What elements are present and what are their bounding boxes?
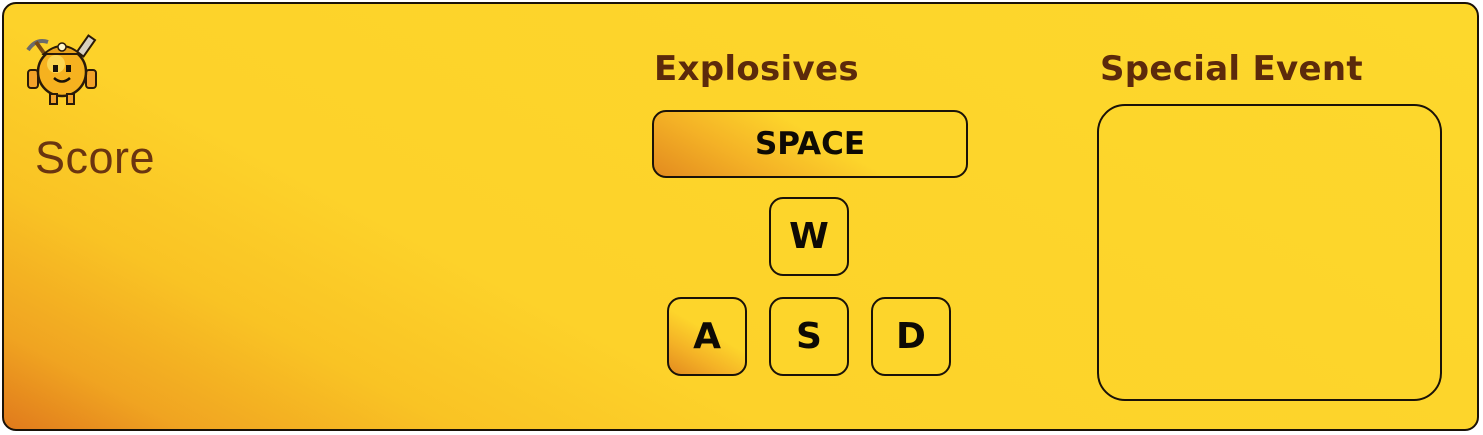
a-key-button[interactable]: A: [667, 297, 747, 376]
game-hud-panel: Score Explosives SPACE W A S D Special E…: [2, 2, 1479, 431]
w-key-button[interactable]: W: [769, 197, 849, 276]
score-label: Score: [35, 132, 156, 183]
d-key-button[interactable]: D: [871, 297, 951, 376]
s-key-button[interactable]: S: [769, 297, 849, 376]
miner-mascot-icon: [22, 30, 102, 106]
special-event-box: [1097, 104, 1442, 401]
special-event-heading: Special Event: [1100, 49, 1363, 89]
space-key-button[interactable]: SPACE: [652, 110, 968, 178]
explosives-heading: Explosives: [654, 49, 859, 89]
